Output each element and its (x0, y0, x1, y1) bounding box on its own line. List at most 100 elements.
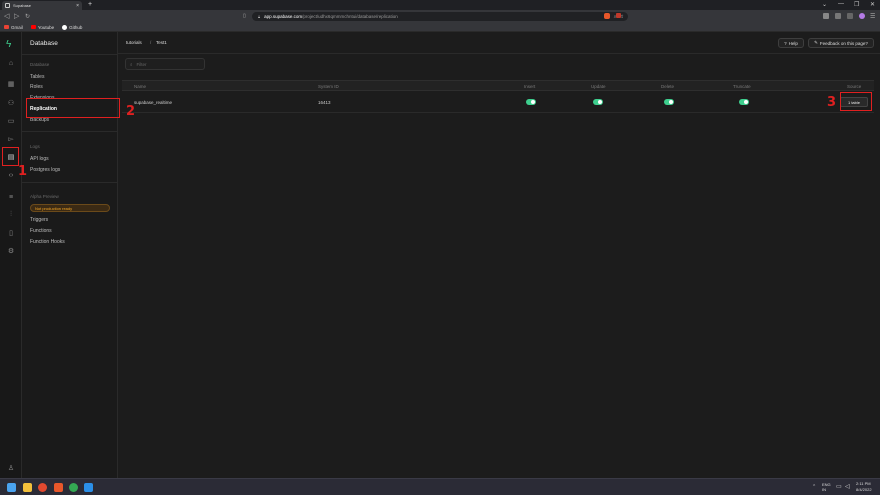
section-label-database: Database (30, 62, 50, 67)
toggle-knob (531, 100, 535, 104)
youtube-icon (30, 25, 36, 29)
user-account-icon[interactable]: ♙ (6, 463, 16, 473)
bookmarks-bar: Gmail Youtube Github (0, 23, 880, 32)
supabase-favicon-icon (5, 3, 10, 8)
brave-shield-icon[interactable] (604, 13, 610, 19)
bookmark-youtube[interactable]: Youtube (30, 25, 54, 30)
supabase-logo-icon[interactable]: ϟ (6, 39, 11, 50)
main-topbar: tutorials / Test1 ? Help ✎ Feedback on t… (118, 32, 880, 54)
tab-close-icon[interactable]: × (76, 3, 79, 9)
new-tab-button[interactable]: + (88, 1, 92, 8)
windows-start-icon[interactable] (7, 483, 16, 492)
delete-toggle[interactable] (664, 99, 674, 105)
annotation-number-3: 3 (827, 95, 837, 110)
sidebar-item-api-logs[interactable]: API logs (30, 156, 49, 162)
list-icon[interactable]: ≡ (6, 192, 16, 202)
sidebar-icon[interactable] (835, 13, 841, 19)
breadcrumb-org[interactable]: tutorials (126, 40, 142, 45)
breadcrumb-project[interactable]: Test1 (156, 40, 167, 45)
tab-search-icon[interactable]: ⌄ (822, 1, 827, 8)
search-icon: ⌕ (130, 61, 133, 67)
section-label-logs: Logs (30, 144, 40, 149)
sidebar-title: Database (30, 40, 58, 47)
truncate-toggle[interactable] (739, 99, 749, 105)
clock-time[interactable]: 2:11 PM (856, 481, 871, 486)
insert-toggle[interactable] (526, 99, 536, 105)
column-header-system-id: System ID (318, 84, 339, 89)
wallet-icon[interactable] (847, 13, 853, 19)
icon-rail: ϟ ⌂ ▦ ⚇ ▭ ▻ ▤ ‹› ≡ ⫶ ▯ ⚙ ♙ (0, 32, 22, 478)
language-indicator[interactable]: ENG IN (822, 482, 832, 492)
forward-icon[interactable]: ▷ (14, 12, 19, 20)
table-row: supabase_realtime 16413 1 table (122, 91, 874, 113)
url-path: /project/udhx6qmmmchntui/database/replic… (302, 14, 398, 19)
breadcrumb-separator: / (150, 40, 152, 45)
network-icon[interactable]: ▭ (836, 483, 842, 490)
table-editor-icon[interactable]: ▦ (6, 79, 16, 89)
brave-rewards-icon[interactable] (616, 13, 621, 18)
tab-title: Supabase (13, 3, 32, 8)
api-icon[interactable]: ‹› (6, 170, 16, 180)
sql-icon[interactable]: ▻ (6, 134, 16, 144)
help-button[interactable]: ? Help (778, 38, 804, 48)
reload-icon[interactable]: ↻ (25, 13, 30, 20)
annotation-number-1: 1 (18, 164, 28, 179)
storage-icon[interactable]: ▭ (6, 116, 16, 126)
profile-avatar[interactable] (859, 13, 865, 19)
section-label-alpha-preview: Alpha Preview (30, 194, 59, 199)
column-header-delete: Delete (661, 84, 675, 89)
bookmark-page-icon[interactable]: ▯ (243, 13, 246, 19)
auth-icon[interactable]: ⚇ (6, 98, 16, 108)
feedback-icon: ✎ (814, 40, 818, 45)
gmail-icon (4, 25, 9, 29)
bookmark-gmail[interactable]: Gmail (4, 25, 23, 30)
extensions-icon[interactable] (823, 13, 829, 19)
home-icon[interactable]: ⌂ (6, 58, 16, 68)
clock-date[interactable]: 8/4/2022 (856, 487, 872, 492)
divider (22, 54, 118, 55)
browser-toolbar: ◁ ▷ ↻ ▯ 🔒︎ app.supabase.com /project/udh… (0, 10, 880, 23)
menu-icon[interactable]: ☰ (870, 13, 875, 20)
vscode-icon[interactable] (84, 483, 93, 492)
update-toggle[interactable] (593, 99, 603, 105)
sidebar-item-function-hooks[interactable]: Function Hooks (30, 239, 65, 245)
toggle-knob (598, 100, 602, 104)
bookmark-github[interactable]: Github (62, 24, 82, 30)
url-host: app.supabase.com (264, 14, 303, 19)
browser-tab[interactable]: Supabase × (2, 1, 82, 10)
divider (22, 182, 118, 183)
column-header-insert: Insert (524, 84, 536, 89)
address-bar[interactable]: 🔒︎ app.supabase.com /project/udhx6qmmmch… (252, 12, 628, 21)
sidebar-item-tables[interactable]: Tables (30, 74, 44, 80)
maximize-button[interactable]: ❐ (854, 1, 859, 8)
sidebar-item-postgres-logs[interactable]: Postgres logs (30, 167, 60, 173)
column-header-name: Name (134, 84, 147, 89)
feedback-button[interactable]: ✎ Feedback on this page? (808, 38, 874, 48)
publication-name: supabase_realtime (134, 100, 173, 105)
docs-icon[interactable]: ▯ (6, 228, 16, 238)
sidebar-item-functions[interactable]: Functions (30, 228, 52, 234)
reports-icon[interactable]: ⫶ (6, 210, 16, 220)
brave-browser-icon[interactable] (54, 483, 63, 492)
close-window-button[interactable]: ✕ (870, 1, 875, 8)
app-icon[interactable] (38, 483, 47, 492)
minimize-button[interactable]: — (838, 1, 844, 7)
chrome-icon[interactable] (69, 483, 78, 492)
column-header-truncate: Truncate (733, 84, 751, 89)
sidebar-item-roles[interactable]: Roles (30, 84, 43, 90)
annotation-box-2 (26, 98, 120, 118)
table-header: Name System ID Insert Update Delete Trun… (122, 80, 874, 91)
back-icon[interactable]: ◁ (4, 12, 9, 20)
github-icon (62, 24, 68, 30)
file-explorer-icon[interactable] (23, 483, 32, 492)
settings-icon[interactable]: ⚙ (6, 246, 16, 256)
divider (22, 131, 118, 132)
filter-input[interactable]: ⌕ Filter (125, 58, 205, 70)
volume-icon[interactable]: ◁ (845, 483, 850, 490)
sidebar-item-triggers[interactable]: Triggers (30, 217, 48, 223)
tray-chevron-icon[interactable]: ⌃ (812, 484, 816, 490)
toggle-knob (669, 100, 673, 104)
column-header-source: Source (847, 84, 862, 89)
annotation-box-3 (840, 92, 872, 111)
help-icon: ? (784, 40, 787, 46)
